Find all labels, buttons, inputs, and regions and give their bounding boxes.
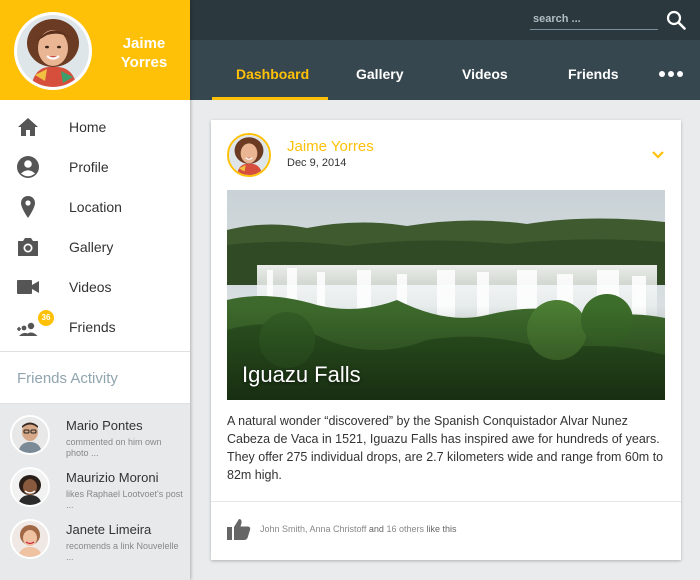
friends-icon — [17, 322, 38, 336]
sidebar-item-profile[interactable]: Profile — [0, 147, 190, 187]
activity-name: Janete Limeira — [66, 522, 152, 537]
list-item[interactable]: Mario Pontes commented on him own photo … — [0, 412, 190, 464]
friends-activity-title: Friends Activity — [0, 352, 190, 404]
chevron-down-icon[interactable] — [651, 150, 665, 160]
activity-name: Mario Pontes — [66, 418, 143, 433]
location-pin-icon — [21, 196, 35, 218]
likes-others[interactable]: 16 others — [386, 524, 424, 534]
sidebar-item-videos[interactable]: Videos — [0, 267, 190, 307]
sidebar-item-label: Home — [69, 119, 107, 135]
home-icon — [18, 118, 38, 136]
post-text: A natural wonder “discovered” by the Spa… — [227, 414, 664, 482]
profile-header: Jaime Yorres — [0, 0, 190, 100]
thumbs-up-icon[interactable] — [226, 517, 252, 541]
sidebar-item-home[interactable]: Home — [0, 107, 190, 147]
divider — [211, 501, 681, 502]
likes-and: and — [368, 524, 384, 534]
top-bar: search ... Dashboard Gallery Videos Frie… — [190, 0, 700, 100]
video-camera-icon — [17, 280, 39, 294]
activity-name: Maurizio Moroni — [66, 470, 159, 485]
avatar — [10, 415, 50, 455]
search-underline — [530, 29, 658, 30]
post-photo[interactable]: Iguazu Falls — [227, 190, 665, 400]
sidebar-item-label: Gallery — [69, 239, 114, 255]
activity-description: commented on him own photo ... — [66, 437, 162, 458]
likes-suffix: like this — [426, 524, 457, 534]
photo-title: Iguazu Falls — [242, 362, 361, 387]
activity-description: recomends a link Nouvelelle ... — [66, 541, 179, 562]
tab-videos[interactable]: Videos — [462, 66, 508, 82]
more-options-icon[interactable] — [658, 70, 684, 78]
tab-dashboard[interactable]: Dashboard — [236, 66, 309, 82]
search-input[interactable]: search ... — [533, 13, 581, 25]
sidebar-item-label: Profile — [69, 159, 109, 175]
post-author-avatar[interactable] — [227, 133, 271, 177]
sidebar-nav: Home Profile Location Gallery Videos 36 … — [0, 100, 190, 352]
sidebar: Jaime Yorres Home Profile Location Galle… — [0, 0, 190, 580]
search-bar: search ... — [190, 0, 700, 40]
camera-icon — [18, 238, 38, 256]
sidebar-item-label: Videos — [69, 279, 112, 295]
avatar — [10, 519, 50, 559]
tab-friends[interactable]: Friends — [568, 66, 619, 82]
profile-icon — [17, 156, 39, 178]
profile-name: Jaime Yorres — [120, 35, 168, 71]
post-date: Dec 9, 2014 — [287, 157, 347, 169]
post-author-name[interactable]: Jaime Yorres — [287, 138, 374, 155]
sidebar-item-label: Friends — [69, 319, 116, 335]
sidebar-item-label: Location — [69, 199, 122, 215]
friends-count-badge: 36 — [38, 310, 54, 326]
list-item[interactable]: Janete Limeira recomends a link Nouvelel… — [0, 516, 190, 568]
list-item[interactable]: Maurizio Moroni likes Raphael Lootvoet's… — [0, 464, 190, 516]
active-tab-indicator — [212, 97, 328, 100]
activity-description: likes Raphael Lootvoet's post ... — [66, 489, 183, 510]
post-card: Jaime Yorres Dec 9, 2014 Iguazu Falls A … — [211, 120, 681, 560]
avatar — [10, 467, 50, 507]
sidebar-item-location[interactable]: Location — [0, 187, 190, 227]
profile-avatar[interactable] — [14, 12, 92, 90]
sidebar-item-gallery[interactable]: Gallery — [0, 227, 190, 267]
friends-activity-list: Mario Pontes commented on him own photo … — [0, 404, 190, 580]
tab-bar: Dashboard Gallery Videos Friends — [190, 40, 700, 100]
tab-gallery[interactable]: Gallery — [356, 66, 403, 82]
search-icon[interactable] — [666, 10, 686, 30]
likes-summary: John Smith, Anna Christoff and 16 others… — [260, 524, 457, 534]
sidebar-item-friends[interactable]: 36 Friends — [0, 307, 190, 347]
likes-names[interactable]: John Smith, Anna Christoff — [260, 524, 366, 534]
